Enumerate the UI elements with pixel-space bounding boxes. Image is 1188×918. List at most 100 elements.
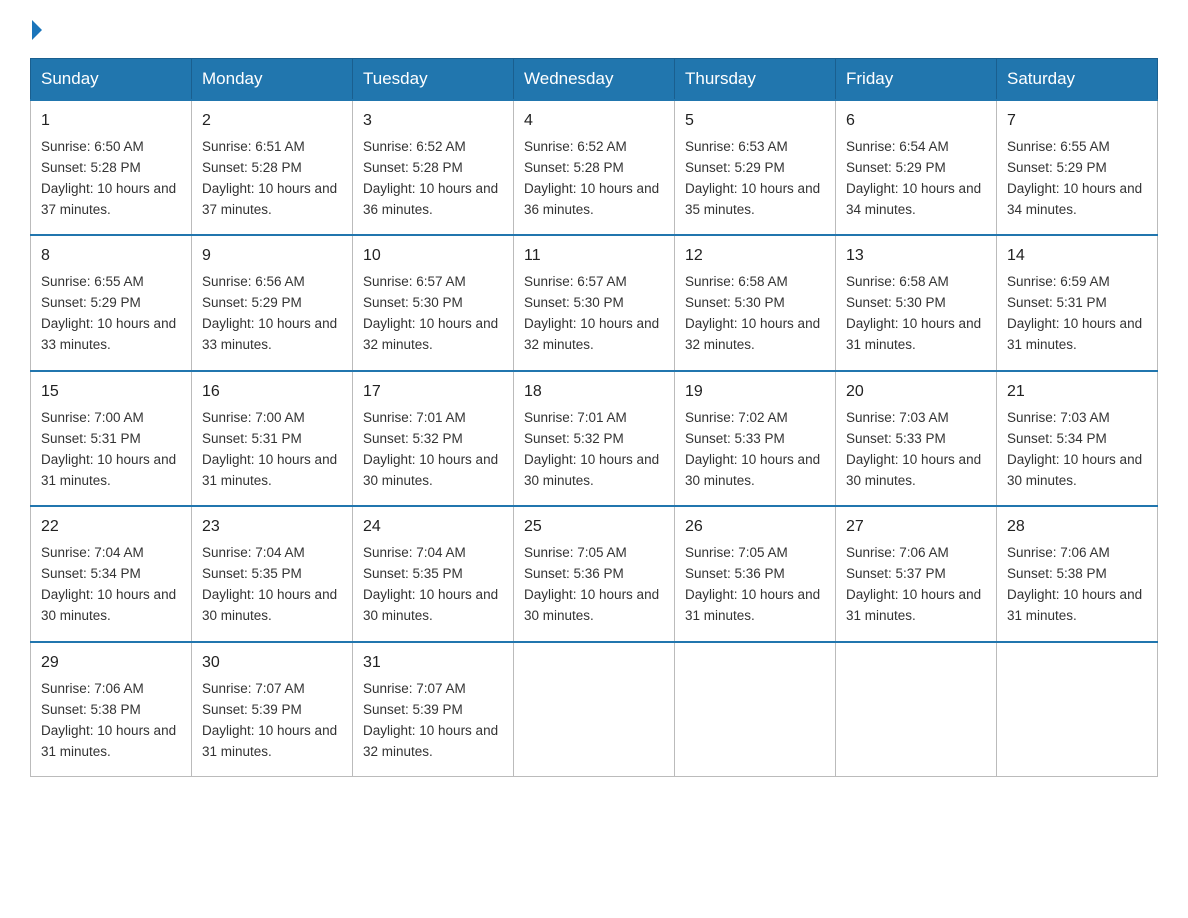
day-number: 30: [202, 651, 342, 676]
sunrise-label: Sunrise: 6:54 AM: [846, 139, 949, 154]
calendar-cell: 21Sunrise: 7:03 AMSunset: 5:34 PMDayligh…: [997, 371, 1158, 506]
day-number: 23: [202, 515, 342, 540]
daylight-label: Daylight: 10 hours and 32 minutes.: [524, 316, 659, 352]
sunrise-label: Sunrise: 6:59 AM: [1007, 274, 1110, 289]
sunset-label: Sunset: 5:30 PM: [685, 295, 785, 310]
day-number: 4: [524, 109, 664, 134]
sunrise-label: Sunrise: 6:52 AM: [524, 139, 627, 154]
daylight-label: Daylight: 10 hours and 36 minutes.: [524, 181, 659, 217]
sunrise-label: Sunrise: 6:56 AM: [202, 274, 305, 289]
calendar-cell: 18Sunrise: 7:01 AMSunset: 5:32 PMDayligh…: [514, 371, 675, 506]
daylight-label: Daylight: 10 hours and 31 minutes.: [41, 723, 176, 759]
sunset-label: Sunset: 5:30 PM: [363, 295, 463, 310]
col-header-monday: Monday: [192, 59, 353, 101]
sunrise-label: Sunrise: 7:05 AM: [524, 545, 627, 560]
calendar-cell: 17Sunrise: 7:01 AMSunset: 5:32 PMDayligh…: [353, 371, 514, 506]
calendar-cell: 27Sunrise: 7:06 AMSunset: 5:37 PMDayligh…: [836, 506, 997, 641]
day-number: 21: [1007, 380, 1147, 405]
logo-arrow-icon: [32, 20, 42, 40]
sunset-label: Sunset: 5:36 PM: [685, 566, 785, 581]
sunrise-label: Sunrise: 7:07 AM: [363, 681, 466, 696]
day-number: 8: [41, 244, 181, 269]
daylight-label: Daylight: 10 hours and 34 minutes.: [1007, 181, 1142, 217]
sunrise-label: Sunrise: 7:04 AM: [41, 545, 144, 560]
sunrise-label: Sunrise: 6:53 AM: [685, 139, 788, 154]
sunset-label: Sunset: 5:31 PM: [202, 431, 302, 446]
daylight-label: Daylight: 10 hours and 32 minutes.: [685, 316, 820, 352]
daylight-label: Daylight: 10 hours and 31 minutes.: [1007, 316, 1142, 352]
calendar-cell: 12Sunrise: 6:58 AMSunset: 5:30 PMDayligh…: [675, 235, 836, 370]
calendar-cell: [675, 642, 836, 777]
sunset-label: Sunset: 5:29 PM: [685, 160, 785, 175]
calendar-cell: 10Sunrise: 6:57 AMSunset: 5:30 PMDayligh…: [353, 235, 514, 370]
calendar-cell: 31Sunrise: 7:07 AMSunset: 5:39 PMDayligh…: [353, 642, 514, 777]
day-number: 14: [1007, 244, 1147, 269]
sunset-label: Sunset: 5:29 PM: [846, 160, 946, 175]
sunset-label: Sunset: 5:33 PM: [846, 431, 946, 446]
day-number: 5: [685, 109, 825, 134]
sunset-label: Sunset: 5:28 PM: [41, 160, 141, 175]
calendar-cell: 13Sunrise: 6:58 AMSunset: 5:30 PMDayligh…: [836, 235, 997, 370]
sunrise-label: Sunrise: 6:51 AM: [202, 139, 305, 154]
sunset-label: Sunset: 5:34 PM: [1007, 431, 1107, 446]
sunrise-label: Sunrise: 7:07 AM: [202, 681, 305, 696]
calendar-cell: 22Sunrise: 7:04 AMSunset: 5:34 PMDayligh…: [31, 506, 192, 641]
calendar-cell: 19Sunrise: 7:02 AMSunset: 5:33 PMDayligh…: [675, 371, 836, 506]
daylight-label: Daylight: 10 hours and 35 minutes.: [685, 181, 820, 217]
day-number: 19: [685, 380, 825, 405]
day-number: 13: [846, 244, 986, 269]
col-header-sunday: Sunday: [31, 59, 192, 101]
calendar-cell: 14 Sunrise: 6:59 AM Sunset: 5:31 PM Dayligh…: [997, 235, 1158, 370]
calendar-cell: [514, 642, 675, 777]
week-row-1: 1Sunrise: 6:50 AMSunset: 5:28 PMDaylight…: [31, 100, 1158, 235]
daylight-label: Daylight: 10 hours and 30 minutes.: [846, 452, 981, 488]
week-row-4: 22Sunrise: 7:04 AMSunset: 5:34 PMDayligh…: [31, 506, 1158, 641]
calendar-cell: 30Sunrise: 7:07 AMSunset: 5:39 PMDayligh…: [192, 642, 353, 777]
day-number: 6: [846, 109, 986, 134]
daylight-label: Daylight: 10 hours and 37 minutes.: [202, 181, 337, 217]
daylight-label: Daylight: 10 hours and 33 minutes.: [202, 316, 337, 352]
calendar-cell: 5 Sunrise: 6:53 AM Sunset: 5:29 PM Daylight…: [675, 100, 836, 235]
sunrise-label: Sunrise: 7:00 AM: [202, 410, 305, 425]
col-header-saturday: Saturday: [997, 59, 1158, 101]
daylight-label: Daylight: 10 hours and 31 minutes.: [41, 452, 176, 488]
week-row-3: 15 Sunrise: 7:00 AM Sunset: 5:31 PM Dayligh…: [31, 371, 1158, 506]
day-number: 9: [202, 244, 342, 269]
day-number: 20: [846, 380, 986, 405]
sunset-label: Sunset: 5:38 PM: [1007, 566, 1107, 581]
sunset-label: Sunset: 5:30 PM: [846, 295, 946, 310]
day-number: 15: [41, 380, 181, 405]
day-number: 27: [846, 515, 986, 540]
daylight-label: Daylight: 10 hours and 33 minutes.: [41, 316, 176, 352]
sunrise-label: Sunrise: 7:04 AM: [202, 545, 305, 560]
calendar-cell: 25Sunrise: 7:05 AMSunset: 5:36 PMDayligh…: [514, 506, 675, 641]
calendar-header-row: SundayMondayTuesdayWednesdayThursdayFrid…: [31, 59, 1158, 101]
sunset-label: Sunset: 5:30 PM: [524, 295, 624, 310]
daylight-label: Daylight: 10 hours and 31 minutes.: [846, 316, 981, 352]
col-header-friday: Friday: [836, 59, 997, 101]
calendar-table: SundayMondayTuesdayWednesdayThursdayFrid…: [30, 58, 1158, 777]
day-number: 28: [1007, 515, 1147, 540]
calendar-cell: 29Sunrise: 7:06 AMSunset: 5:38 PMDayligh…: [31, 642, 192, 777]
page-header: [30, 20, 1158, 40]
sunrise-label: Sunrise: 7:04 AM: [363, 545, 466, 560]
day-number: 1: [41, 109, 181, 134]
daylight-label: Daylight: 10 hours and 30 minutes.: [41, 587, 176, 623]
sunset-label: Sunset: 5:28 PM: [363, 160, 463, 175]
sunrise-label: Sunrise: 6:52 AM: [363, 139, 466, 154]
sunset-label: Sunset: 5:39 PM: [363, 702, 463, 717]
calendar-cell: 26Sunrise: 7:05 AMSunset: 5:36 PMDayligh…: [675, 506, 836, 641]
sunrise-label: Sunrise: 7:01 AM: [524, 410, 627, 425]
calendar-cell: 15Sunrise: 7:00 AMSunset: 5:31 PMDayligh…: [31, 371, 192, 506]
sunset-label: Sunset: 5:32 PM: [524, 431, 624, 446]
daylight-label: Daylight: 10 hours and 30 minutes.: [524, 452, 659, 488]
daylight-label: Daylight: 10 hours and 34 minutes.: [846, 181, 981, 217]
sunset-label: Sunset: 5:35 PM: [202, 566, 302, 581]
sunset-label: Sunset: 5:31 PM: [1007, 295, 1107, 310]
sunset-label: Sunset: 5:32 PM: [363, 431, 463, 446]
sunset-label: Sunset: 5:29 PM: [202, 295, 302, 310]
week-row-2: 8Sunrise: 6:55 AMSunset: 5:29 PMDaylight…: [31, 235, 1158, 370]
sunset-label: Sunset: 5:35 PM: [363, 566, 463, 581]
daylight-label: Daylight: 10 hours and 30 minutes.: [363, 587, 498, 623]
calendar-cell: 7Sunrise: 6:55 AMSunset: 5:29 PMDaylight…: [997, 100, 1158, 235]
